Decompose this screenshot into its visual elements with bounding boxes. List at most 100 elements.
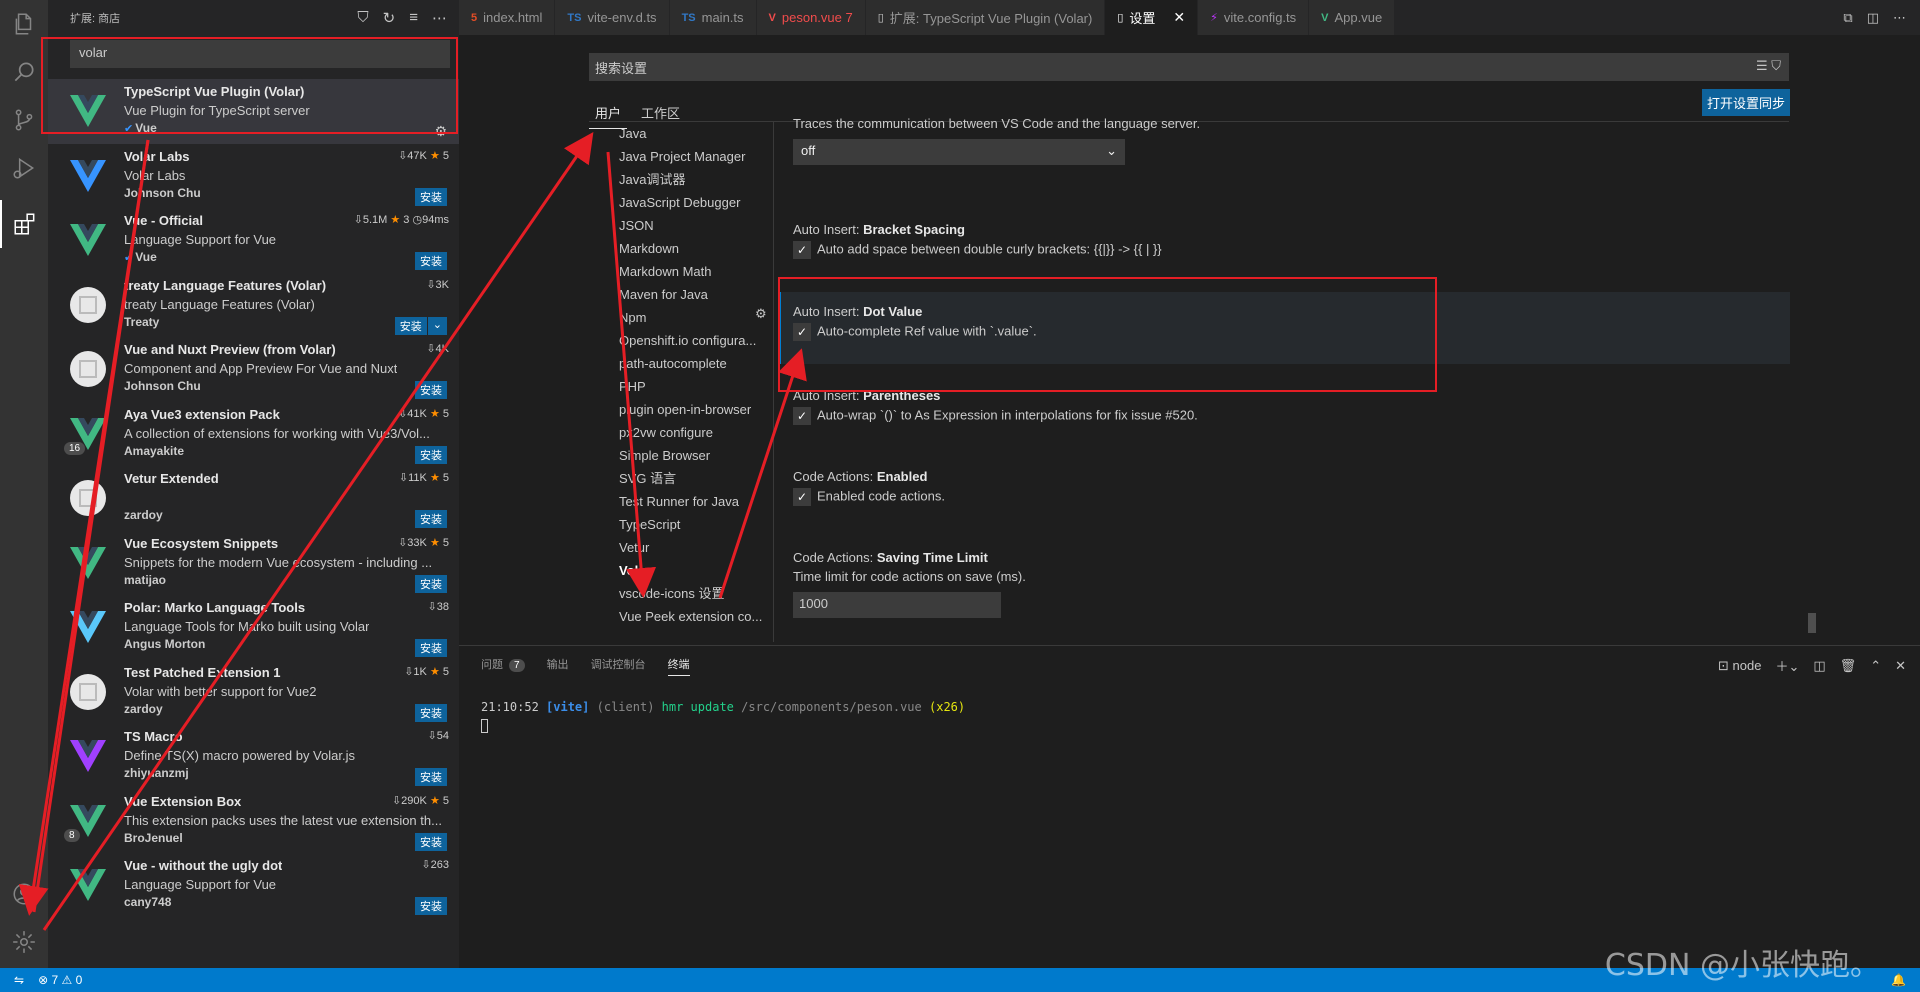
problems-count-badge: 7 bbox=[509, 659, 525, 672]
editor-tab[interactable]: ▯ 设置 ✕ bbox=[1105, 0, 1199, 35]
settings-search-placeholder: 搜索设置 bbox=[595, 61, 648, 76]
close-panel-icon[interactable]: ✕ bbox=[1895, 658, 1906, 674]
toc-item[interactable]: Volar bbox=[589, 559, 773, 582]
extension-item[interactable]: Volar Labs Volar Labs Johnson Chu ⇩47K ★… bbox=[48, 144, 459, 209]
toc-item[interactable]: Vue Peek extension co... bbox=[589, 605, 773, 628]
extension-logo-icon bbox=[66, 347, 110, 391]
parentheses-checkbox[interactable]: ✓ bbox=[793, 407, 811, 425]
toc-item[interactable]: Vetur bbox=[589, 536, 773, 559]
editor-tab[interactable]: V App.vue bbox=[1309, 0, 1396, 35]
install-button[interactable]: 安装 bbox=[394, 316, 427, 335]
install-button[interactable]: 安装 bbox=[415, 187, 447, 206]
extension-publisher: Treaty bbox=[124, 314, 160, 329]
problems-status[interactable]: ⊗ 7 ⚠ 0 bbox=[38, 973, 82, 987]
download-icon: ⇩ bbox=[426, 343, 436, 355]
more-actions-icon[interactable]: ⋯ bbox=[1893, 10, 1906, 26]
filter-icon[interactable]: ⛉ bbox=[357, 9, 368, 27]
extension-item[interactable]: Vetur Extended zardoy ⇩11K ★ 5 安装 bbox=[48, 466, 459, 531]
filter-icon[interactable]: ⛉ bbox=[1771, 58, 1781, 73]
extension-item[interactable]: Polar: Marko Language Tools Language Too… bbox=[48, 595, 459, 660]
install-button[interactable]: 安装 bbox=[415, 381, 447, 399]
extension-item[interactable]: Vue and Nuxt Preview (from Volar) Compon… bbox=[48, 337, 459, 402]
toc-item[interactable]: JSON bbox=[589, 214, 773, 237]
terminal-selector[interactable]: ⊡ node bbox=[1718, 658, 1761, 674]
code-actions-checkbox[interactable]: ✓ bbox=[793, 488, 811, 506]
scrollbar[interactable] bbox=[1808, 613, 1816, 633]
split-editor-icon[interactable]: ◫ bbox=[1867, 10, 1879, 26]
new-terminal-icon[interactable]: ＋⌄ bbox=[1775, 656, 1799, 675]
install-button[interactable]: 安装 bbox=[415, 639, 447, 657]
editor-tab[interactable]: TS main.ts bbox=[669, 0, 757, 35]
extensions-icon[interactable] bbox=[0, 200, 48, 248]
setting-parentheses: Auto Insert: Parentheses ✓ Auto-wrap `()`… bbox=[779, 388, 1790, 448]
editor-tab[interactable]: 5 index.html bbox=[459, 0, 556, 35]
toc-item[interactable]: path-autocomplete bbox=[589, 352, 773, 375]
terminal-output[interactable]: 21:10:52 [vite] (client) hmr update /src… bbox=[481, 698, 965, 734]
extension-item[interactable]: TS Macro Define TS(X) macro powered by V… bbox=[48, 724, 459, 789]
extension-item[interactable]: Vue - Official Language Support for Vue … bbox=[48, 208, 459, 273]
install-dropdown-chevron-icon[interactable]: ⌄ bbox=[427, 316, 447, 335]
more-actions-icon[interactable]: ⋯ bbox=[432, 9, 447, 27]
saving-time-limit-input[interactable]: 1000 bbox=[793, 592, 1001, 618]
tab-output[interactable]: 输出 bbox=[547, 656, 569, 676]
toc-item[interactable]: Markdown bbox=[589, 237, 773, 260]
install-button[interactable]: 安装 bbox=[415, 703, 447, 722]
toc-item[interactable]: JavaScript Debugger bbox=[589, 191, 773, 214]
toc-item[interactable]: Simple Browser bbox=[589, 444, 773, 467]
editor-tab[interactable]: ⚡ vite.config.ts bbox=[1198, 0, 1310, 35]
extension-item[interactable]: treaty Language Features (Volar) treaty … bbox=[48, 273, 459, 338]
toc-item[interactable]: TypeScript bbox=[589, 513, 773, 536]
trace-select[interactable]: off ⌄ bbox=[793, 139, 1125, 165]
bracket-spacing-checkbox[interactable]: ✓ bbox=[793, 241, 811, 259]
install-button[interactable]: 安装 bbox=[415, 252, 447, 270]
toc-item[interactable]: Markdown Math bbox=[589, 260, 773, 283]
maximize-panel-icon[interactable]: ⌃ bbox=[1870, 658, 1881, 674]
install-button[interactable]: 安装 bbox=[415, 897, 447, 915]
remote-icon[interactable]: ⇋ bbox=[14, 973, 24, 987]
clock-icon: ◷ bbox=[412, 214, 423, 226]
editor-tab[interactable]: Vpeson.vue 7 bbox=[756, 0, 866, 35]
refresh-icon[interactable]: ↻ bbox=[383, 9, 396, 27]
toc-item[interactable]: px2vw configure bbox=[589, 421, 773, 444]
install-button[interactable]: 安装 bbox=[415, 574, 447, 593]
close-icon[interactable]: ✕ bbox=[1173, 9, 1185, 26]
clear-filter-icon[interactable]: ☰ bbox=[1756, 58, 1768, 73]
editor-tab[interactable]: TS vite-env.d.ts bbox=[555, 0, 670, 35]
toc-item[interactable]: vscode-icons 设置 bbox=[589, 582, 773, 605]
toc-item[interactable]: plugin open-in-browser bbox=[589, 398, 773, 421]
extension-item[interactable]: Vue Extension Box This extension packs u… bbox=[48, 789, 459, 854]
extension-item[interactable]: Test Patched Extension 1 Volar with bett… bbox=[48, 660, 459, 725]
toc-item[interactable]: Npm bbox=[589, 306, 773, 329]
toc-item[interactable]: Openshift.io configura... bbox=[589, 329, 773, 352]
clear-results-icon[interactable]: ≡ bbox=[409, 9, 418, 27]
open-settings-json-icon[interactable]: ⧉ bbox=[1843, 10, 1852, 26]
manage-gear-icon[interactable] bbox=[0, 918, 48, 966]
tab-problems[interactable]: 问题 7 bbox=[481, 656, 525, 676]
tab-terminal[interactable]: 终端 bbox=[667, 656, 690, 676]
toc-item[interactable]: PHP bbox=[589, 375, 773, 398]
editor-tab[interactable]: ▯ 扩展: TypeScript Vue Plugin (Volar) bbox=[865, 0, 1106, 35]
settings-search-input[interactable]: 搜索设置 ☰ ⛉ bbox=[589, 53, 1789, 81]
extension-item[interactable]: Aya Vue3 extension Pack A collection of … bbox=[48, 402, 459, 467]
toc-item[interactable]: SVG 语言 bbox=[589, 467, 773, 490]
trash-icon[interactable]: 🗑 bbox=[1840, 658, 1857, 674]
toc-item[interactable]: Java Project Manager bbox=[589, 145, 773, 168]
notifications-icon[interactable]: 🔔 bbox=[1891, 973, 1906, 987]
toc-item[interactable]: Java调试器 bbox=[589, 168, 773, 191]
extension-item[interactable]: Vue - without the ugly dot Language Supp… bbox=[48, 853, 459, 918]
extension-item[interactable]: Vue Ecosystem Snippets Snippets for the … bbox=[48, 531, 459, 596]
toc-item[interactable]: Test Runner for Java bbox=[589, 490, 773, 513]
install-button[interactable]: 安装 bbox=[415, 768, 447, 786]
account-icon[interactable] bbox=[0, 870, 48, 918]
star-icon: ★ bbox=[429, 794, 440, 807]
install-button[interactable]: 安装 bbox=[415, 510, 447, 528]
install-button[interactable]: 安装 bbox=[415, 832, 447, 851]
setting-gear-icon[interactable]: ⚙ bbox=[755, 306, 767, 322]
tab-debug-console[interactable]: 调试控制台 bbox=[591, 656, 646, 676]
download-icon: ⇩ bbox=[398, 149, 408, 162]
install-button[interactable]: 安装 bbox=[415, 445, 447, 464]
toc-item[interactable]: Maven for Java bbox=[589, 283, 773, 306]
split-terminal-icon[interactable]: ◫ bbox=[1813, 658, 1825, 674]
run-debug-icon[interactable] bbox=[0, 144, 48, 192]
toc-item[interactable]: Java bbox=[589, 122, 773, 145]
